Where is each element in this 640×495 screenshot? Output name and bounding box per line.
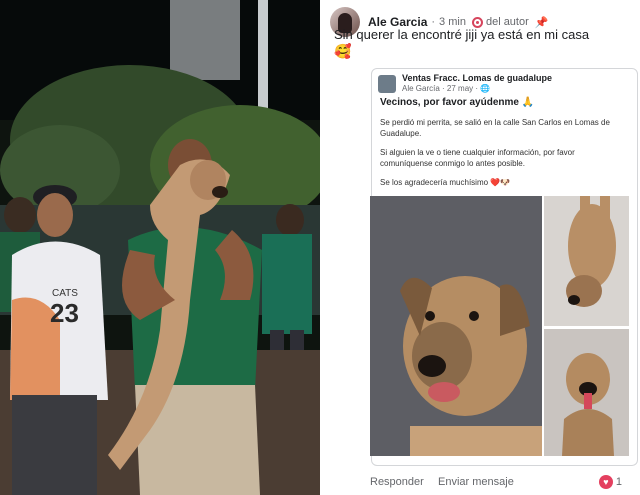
dog-photo-main-illustration bbox=[370, 196, 542, 456]
comment-body: Sin querer la encontré jiji ya está en m… bbox=[334, 27, 590, 42]
dog-photo-lying-illustration bbox=[544, 196, 629, 326]
shared-post-body: Se perdió mi perrita, se salió en la cal… bbox=[380, 117, 629, 196]
screenshot: CATS 23 Ale Garcia · 3 min del autor 📌 S… bbox=[0, 0, 640, 495]
shared-post-paragraph: Se los agradecería muchísimo ❤️🐶 bbox=[380, 178, 511, 187]
comment-text: Sin querer la encontré jiji ya está en m… bbox=[334, 26, 632, 60]
comment-actions: Responder Enviar mensaje ♥ 1 bbox=[320, 470, 640, 495]
group-name[interactable]: Ventas Fracc. Lomas de guadalupe bbox=[402, 73, 552, 84]
shared-post-meta: Ale García · 27 may · 🌐 bbox=[402, 84, 491, 93]
crowd-photo-illustration: CATS 23 bbox=[0, 0, 320, 495]
reaction-summary[interactable]: ♥ 1 bbox=[598, 475, 622, 489]
dog-photo-sitting-illustration bbox=[544, 329, 629, 456]
dog-photo-lying[interactable] bbox=[544, 196, 629, 326]
reaction-count: 1 bbox=[615, 476, 622, 488]
heart-icon: ♥ bbox=[598, 475, 613, 489]
send-message-button[interactable]: Enviar mensaje bbox=[438, 476, 514, 488]
jersey-number: 23 bbox=[50, 298, 79, 328]
dog-photo-main[interactable] bbox=[370, 196, 542, 456]
shared-post-paragraph: Se perdió mi perrita, se salió en la cal… bbox=[380, 118, 610, 138]
crowd-photo: CATS 23 bbox=[0, 0, 320, 495]
shared-post-title: Vecinos, por favor ayúdenme 🙏 bbox=[380, 97, 535, 108]
group-avatar[interactable] bbox=[378, 75, 396, 93]
reply-button[interactable]: Responder bbox=[370, 476, 424, 488]
dog-photo-sitting[interactable] bbox=[544, 329, 629, 456]
shared-post-header: Ventas Fracc. Lomas de guadalupe Ale Gar… bbox=[378, 73, 631, 97]
shared-post-paragraph: Si alguien la ve o tiene cualquier infor… bbox=[380, 148, 575, 168]
smiling-face-hearts-emoji: 🥰 bbox=[334, 43, 352, 59]
